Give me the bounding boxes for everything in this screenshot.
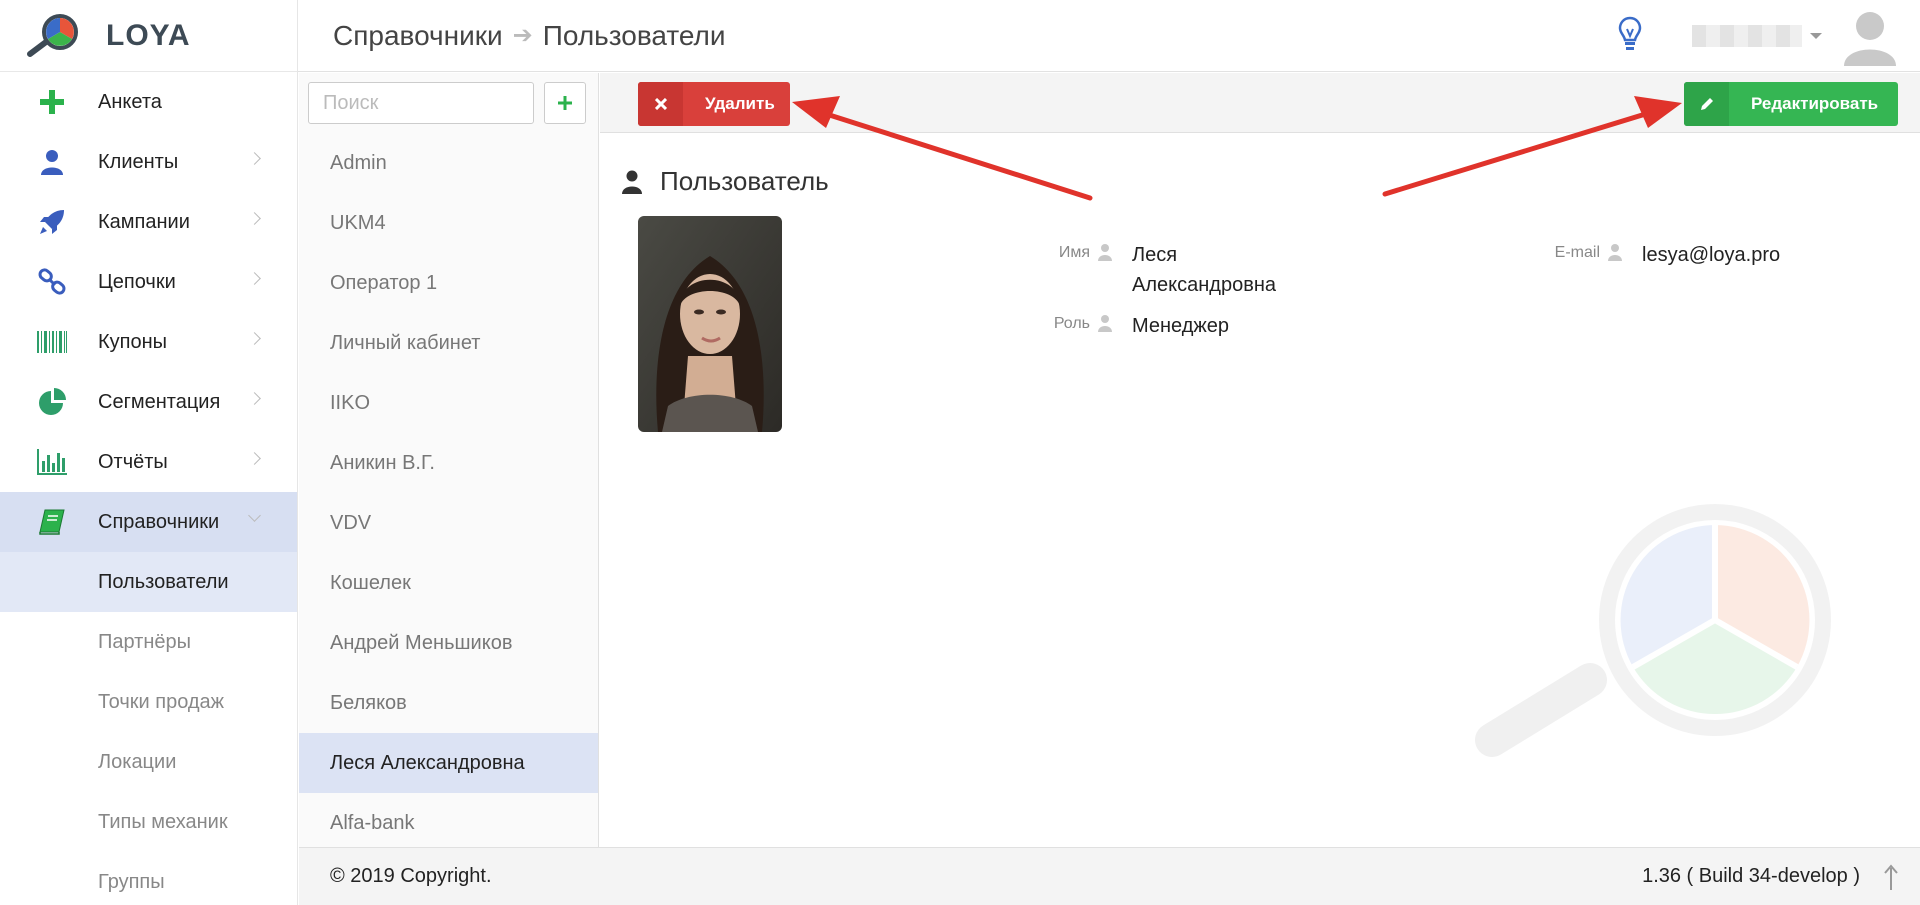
sidebar-item-label: Справочники (98, 510, 220, 533)
link-icon (32, 267, 72, 297)
list-item[interactable]: UKM4 (299, 193, 598, 253)
sidebar-item-directories[interactable]: Справочники (0, 492, 297, 552)
email-label: E-mail (1554, 244, 1600, 261)
sidebar-item-reports[interactable]: Отчёты (0, 432, 297, 492)
sidebar-subitem-locations[interactable]: Локации (0, 732, 297, 792)
search-bar (299, 73, 598, 133)
breadcrumb-current: Пользователи (542, 19, 726, 51)
chevron-right-icon (248, 332, 261, 345)
name-value: Леся Александровна (1132, 244, 1276, 296)
top-header: Справочники ➔ Пользователи (298, 0, 1920, 72)
app-name: LOYA (106, 18, 191, 52)
user-list-panel: Admin UKM4 Оператор 1 Личный кабинет IIK… (299, 73, 599, 847)
field-name: Имя Леся Александровна (1000, 240, 1322, 300)
delete-button[interactable]: Удалить (638, 82, 790, 126)
scroll-top-icon[interactable] (1884, 864, 1898, 895)
role-value: Менеджер (1132, 315, 1230, 337)
sidebar-item-label: Купоны (98, 330, 168, 353)
sidebar-item-label: Кампании (98, 210, 190, 233)
role-label: Роль (1053, 315, 1090, 332)
logo[interactable]: LOYA (0, 0, 297, 72)
email-value: lesya@loya.pro (1642, 244, 1781, 266)
user-icon (1608, 243, 1628, 266)
chevron-right-icon (248, 152, 261, 165)
user-icon (32, 147, 72, 177)
field-role: Роль Менеджер (1000, 311, 1322, 341)
chevron-right-icon (248, 272, 261, 285)
sidebar-subitem-mechanic-types[interactable]: Типы механик (0, 792, 297, 852)
sidebar-item-label: Сегментация (98, 390, 221, 413)
list-item-selected[interactable]: Леся Александровна (299, 733, 598, 793)
breadcrumb: Справочники ➔ Пользователи (333, 20, 726, 52)
chevron-right-icon (248, 452, 261, 465)
user-name-blurred[interactable] (1692, 25, 1802, 47)
sidebar-item-label: Анкета (98, 90, 162, 113)
list-item[interactable]: Андрей Меньшиков (299, 613, 598, 673)
sidebar-item-anketa[interactable]: Анкета (0, 72, 297, 132)
plus-icon (32, 87, 72, 117)
sidebar-subitem-partners[interactable]: Партнёры (0, 612, 297, 672)
sidebar-item-chains[interactable]: Цепочки (0, 252, 297, 312)
user-photo (638, 216, 782, 432)
pie-chart-icon (32, 387, 72, 417)
caret-down-icon[interactable] (1810, 33, 1822, 39)
action-toolbar: Удалить Редактировать (600, 73, 1920, 133)
sidebar-subitem-sale-points[interactable]: Точки продаж (0, 672, 297, 732)
chevron-down-icon (248, 509, 261, 522)
bar-chart-icon (32, 447, 72, 477)
version-text: 1.36 ( Build 34-develop ) (1642, 865, 1860, 887)
list-item[interactable]: VDV (299, 493, 598, 553)
breadcrumb-parent[interactable]: Справочники (333, 20, 503, 52)
loya-watermark-icon (1470, 495, 1840, 775)
sidebar-item-clients[interactable]: Клиенты (0, 132, 297, 192)
avatar[interactable] (1842, 6, 1898, 66)
book-icon (32, 507, 72, 537)
name-label: Имя (1058, 244, 1090, 261)
sidebar-subitem-groups[interactable]: Группы (0, 852, 297, 905)
edit-button[interactable]: Редактировать (1684, 82, 1898, 126)
list-item[interactable]: Аникин В.Г. (299, 433, 598, 493)
add-user-button[interactable] (544, 82, 586, 124)
copyright-text: © 2019 Copyright. (330, 865, 492, 887)
sidebar-item-label: Клиенты (98, 150, 179, 173)
arrow-right-icon: ➔ (512, 22, 533, 49)
user-icon (1098, 243, 1118, 266)
header-right (1618, 0, 1920, 72)
list-item[interactable]: Кошелек (299, 553, 598, 613)
chevron-right-icon (248, 392, 261, 405)
sidebar: LOYA Анкета Клиенты Кампании Цепочки Куп… (0, 0, 298, 905)
sidebar-item-label: Цепочки (98, 270, 176, 293)
barcode-icon (32, 327, 72, 357)
plus-icon (558, 96, 572, 110)
sidebar-subitem-users[interactable]: Пользователи (0, 552, 297, 612)
sidebar-item-coupons[interactable]: Купоны (0, 312, 297, 372)
lightbulb-icon[interactable] (1618, 16, 1642, 57)
search-input[interactable] (308, 82, 534, 124)
close-icon (638, 82, 683, 126)
sidebar-item-segmentation[interactable]: Сегментация (0, 372, 297, 432)
section-title-text: Пользователь (660, 166, 829, 196)
sidebar-item-label: Отчёты (98, 450, 168, 473)
field-email: E-mail lesya@loya.pro (1510, 240, 1832, 270)
list-item[interactable]: Alfa-bank (299, 793, 598, 853)
rocket-icon (32, 207, 72, 237)
delete-button-label: Удалить (705, 94, 775, 113)
user-icon (622, 170, 642, 194)
list-item[interactable]: Личный кабинет (299, 313, 598, 373)
user-icon (1098, 314, 1118, 337)
main-menu: Анкета Клиенты Кампании Цепочки Купоны С… (0, 72, 297, 905)
sidebar-item-campaigns[interactable]: Кампании (0, 192, 297, 252)
list-item[interactable]: Беляков (299, 673, 598, 733)
list-item[interactable]: Оператор 1 (299, 253, 598, 313)
loya-logo-icon (27, 13, 78, 57)
chevron-right-icon (248, 212, 261, 225)
edit-button-label: Редактировать (1751, 94, 1879, 113)
list-item[interactable]: Admin (299, 133, 598, 193)
list-item[interactable]: IIKO (299, 373, 598, 433)
pencil-icon (1684, 82, 1729, 126)
footer: © 2019 Copyright. 1.36 ( Build 34-develo… (299, 847, 1920, 905)
section-title: Пользователь (622, 166, 829, 197)
